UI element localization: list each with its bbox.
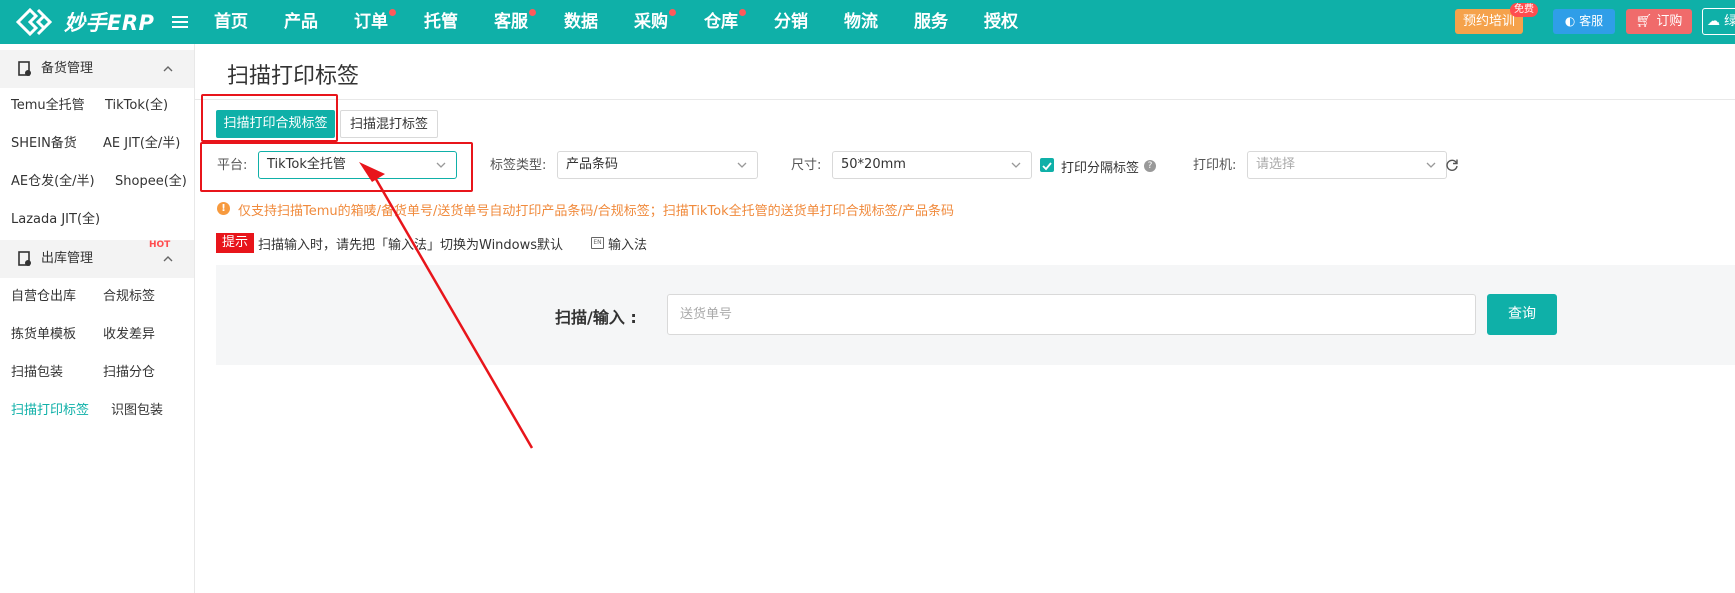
nav-item-purchase[interactable]: 采购	[634, 0, 668, 44]
sidebar-group-stock[interactable]: 备货管理	[0, 50, 194, 88]
nav-item-home[interactable]: 首页	[214, 0, 248, 44]
stock-doc-icon	[18, 61, 31, 76]
printer-select[interactable]: 请选择	[1247, 151, 1447, 179]
sidebar: 备货管理	[0, 44, 195, 593]
size-label: 尺寸:	[791, 158, 822, 173]
nav-item-hosting[interactable]: 托管	[424, 0, 458, 44]
sidebar-item-tiktok[interactable]: TikTok(全)	[105, 97, 168, 115]
sidebar-item-temu[interactable]: Temu全托管	[11, 97, 85, 115]
nav-item-products[interactable]: 产品	[284, 0, 318, 44]
scan-input[interactable]	[667, 294, 1476, 335]
nav-item-logistics[interactable]: 物流	[844, 0, 878, 44]
page-title: 扫描打印标签	[227, 64, 360, 89]
query-button[interactable]: 查询	[1487, 294, 1557, 335]
nav-dot-warehouse	[739, 9, 746, 16]
nav-dot-orders	[389, 9, 396, 16]
menu-toggle-icon[interactable]	[172, 13, 188, 29]
order-button[interactable]: 🛒︎ 订购	[1626, 9, 1692, 34]
chevron-up-icon	[163, 256, 173, 262]
sidebar-item-scan-print-label[interactable]: 扫描打印标签	[11, 402, 89, 420]
chevron-down-icon	[737, 162, 747, 168]
cart-icon: 🛒︎	[1635, 14, 1653, 29]
notice-text: 仅支持扫描Temu的箱唛/备货单号/送货单号自动打印产品条码/合规标签；扫描Ti…	[238, 204, 955, 219]
size-value: 50*20mm	[841, 157, 906, 172]
print-separator-checkbox[interactable]	[1040, 158, 1054, 172]
hot-badge: HOT	[149, 240, 171, 250]
tip-badge: 提示	[216, 233, 255, 253]
title-divider	[194, 99, 1735, 100]
label-type-label: 标签类型:	[490, 158, 547, 173]
sidebar-item-lazada[interactable]: Lazada JIT(全)	[11, 211, 100, 229]
help-icon[interactable]: ?	[1144, 160, 1156, 172]
refresh-icon[interactable]	[1445, 158, 1459, 172]
sidebar-group-label: 出库管理	[41, 251, 94, 266]
annotation-box-platform	[200, 142, 473, 192]
scan-label: 扫描/输入 :	[555, 308, 637, 327]
sidebar-item-ae-jit[interactable]: AE JIT(全/半)	[103, 135, 180, 153]
chevron-down-icon	[1426, 162, 1436, 168]
sidebar-item-compliance-label[interactable]: 合规标签	[103, 288, 155, 306]
tip-tail: 输入法	[608, 238, 648, 253]
nav-item-data[interactable]: 数据	[564, 0, 598, 44]
chevron-up-icon	[163, 66, 173, 72]
nav-dot-purchase	[669, 9, 676, 16]
logo[interactable]: 妙手ERP	[14, 4, 154, 40]
sidebar-item-ae-warehouse[interactable]: AE仓发(全/半)	[11, 173, 95, 191]
customer-service-button[interactable]: ◐ 客服	[1553, 9, 1615, 34]
tab-mixed-label[interactable]: 扫描混打标签	[340, 110, 438, 138]
printer-label: 打印机:	[1193, 158, 1237, 173]
nav-dot-customer-service	[529, 9, 536, 16]
nav-item-services[interactable]: 服务	[914, 0, 948, 44]
sidebar-item-image-pack[interactable]: 识图包装	[111, 402, 163, 420]
annotation-box-tab	[201, 94, 338, 142]
keyboard-icon: EN	[591, 237, 604, 249]
logo-mark-icon	[15, 7, 53, 37]
sidebar-group-label: 备货管理	[41, 61, 94, 76]
cloud-button[interactable]: ☁ 绿	[1702, 8, 1735, 35]
label-type-value: 产品条码	[566, 157, 619, 172]
warning-icon: !	[217, 202, 230, 215]
sidebar-item-scan-pack[interactable]: 扫描包装	[11, 364, 63, 382]
label-type-select[interactable]: 产品条码	[557, 151, 758, 179]
nav-item-distribution[interactable]: 分销	[774, 0, 808, 44]
free-badge: 免费	[1510, 3, 1538, 17]
nav-item-customer-service[interactable]: 客服	[494, 0, 528, 44]
logo-text: 妙手ERP	[64, 11, 155, 35]
chevron-down-icon	[1011, 162, 1021, 168]
sidebar-item-shein[interactable]: SHEIN备货	[11, 135, 77, 153]
printer-placeholder: 请选择	[1256, 157, 1296, 172]
cloud-label: 绿	[1724, 14, 1735, 29]
sidebar-item-shopee[interactable]: Shopee(全)	[115, 173, 187, 191]
sidebar-item-receive-diff[interactable]: 收发差异	[103, 326, 155, 344]
outbound-doc-icon	[18, 251, 31, 266]
customer-service-label: 客服	[1579, 14, 1604, 28]
sidebar-item-self-outbound[interactable]: 自营仓出库	[11, 288, 76, 306]
order-label: 订购	[1656, 14, 1683, 29]
nav-item-authorization[interactable]: 授权	[984, 0, 1018, 44]
nav-item-orders[interactable]: 订单	[354, 0, 388, 44]
headset-icon: ◐	[1564, 14, 1576, 28]
check-icon	[1042, 162, 1052, 171]
print-separator-label: 打印分隔标签	[1061, 161, 1140, 176]
nav-item-warehouse[interactable]: 仓库	[704, 0, 738, 44]
sidebar-item-scan-split[interactable]: 扫描分仓	[103, 364, 155, 382]
tip-text: 扫描输入时，请先把「输入法」切换为Windows默认	[258, 238, 564, 253]
size-select[interactable]: 50*20mm	[832, 151, 1032, 179]
cloud-icon: ☁	[1707, 14, 1720, 29]
top-bar: 妙手ERP 首页 产品 订单 托管 客服 数据 采购 仓库 分销 物流 服务 授…	[0, 0, 1735, 44]
sidebar-item-picking-template[interactable]: 拣货单模板	[11, 326, 76, 344]
